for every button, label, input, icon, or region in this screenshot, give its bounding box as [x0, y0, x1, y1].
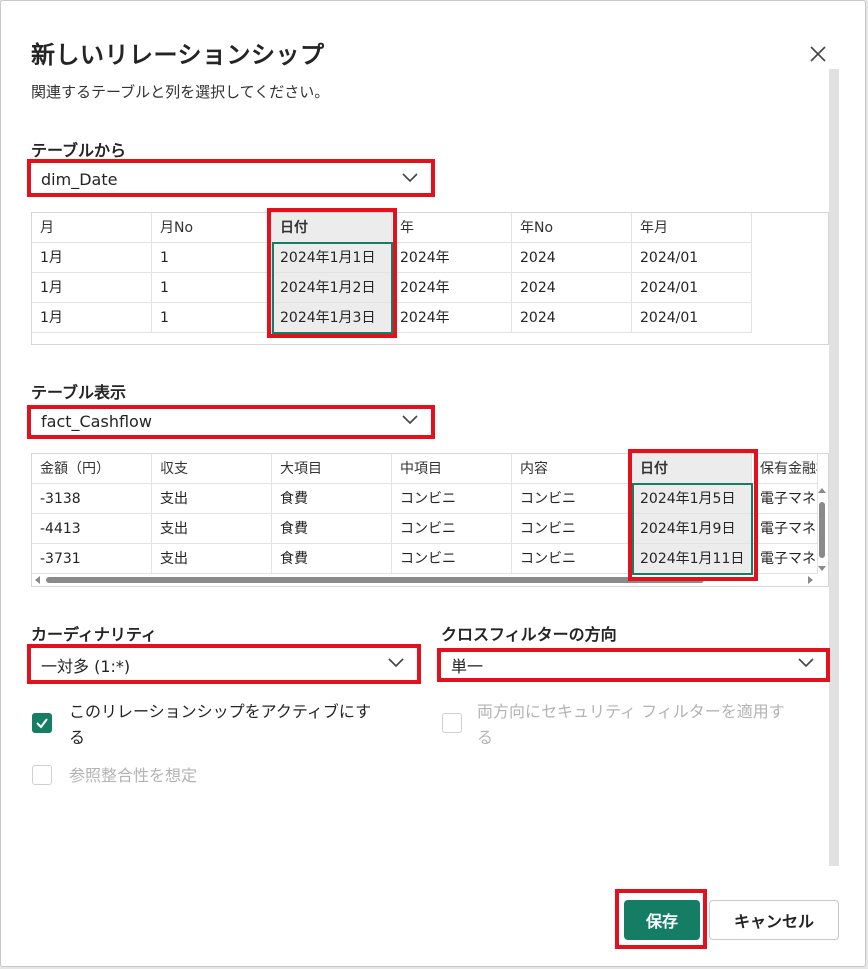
scroll-thumb[interactable]: [46, 577, 704, 583]
table-cell: 2024: [512, 303, 632, 333]
from-table-label: テーブルから: [31, 141, 127, 160]
table-cell: -3731: [32, 544, 152, 574]
table-cell: 2024年: [392, 303, 512, 333]
close-button[interactable]: [805, 41, 831, 67]
cross-filter-dropdown[interactable]: 単一: [441, 648, 827, 682]
dialog-scrollbar[interactable]: [829, 69, 839, 866]
make-active-label-line1: このリレーションシップをアクティブにす: [69, 702, 372, 721]
column-header[interactable]: 月: [32, 213, 152, 243]
cardinality-dropdown[interactable]: 一対多 (1:*): [31, 648, 417, 682]
make-active-label-line2: る: [69, 728, 86, 747]
referential-integrity-checkbox[interactable]: [32, 765, 52, 785]
dialog-title: 新しいリレーションシップ: [31, 41, 325, 69]
cross-filter-selected: 単一: [451, 656, 484, 676]
column-header-selected[interactable]: 日付: [632, 454, 752, 484]
table-cell: 2024/01: [632, 273, 752, 303]
table-cell-selected[interactable]: 2024年1月2日: [272, 273, 392, 303]
table-cell: コンビニ: [512, 484, 632, 514]
table-cell: 電子マネ: [752, 514, 818, 544]
to-table-dropdown[interactable]: fact_Cashflow: [31, 405, 431, 439]
chevron-down-icon: [402, 173, 418, 183]
column-header[interactable]: 年: [392, 213, 512, 243]
table-cell-selected[interactable]: 2024年1月9日: [632, 514, 752, 544]
cancel-button[interactable]: キャンセル: [709, 900, 839, 940]
column-header[interactable]: 年No: [512, 213, 632, 243]
table-cell: 食費: [272, 544, 392, 574]
save-button[interactable]: 保存: [624, 900, 700, 940]
table-cell: 電子マネ: [752, 484, 818, 514]
table-cell: 食費: [272, 484, 392, 514]
table-cell: 支出: [152, 544, 272, 574]
table-cell-selected[interactable]: 2024年1月1日: [272, 243, 392, 273]
column-header-selected[interactable]: 日付: [272, 213, 392, 243]
to-table-label: テーブル表示: [31, 383, 127, 402]
column-header[interactable]: 保有金融機: [752, 454, 818, 484]
close-icon: [810, 46, 826, 62]
table-cell: コンビニ: [512, 514, 632, 544]
table-cell: 支出: [152, 484, 272, 514]
table-cell: 2024年: [392, 273, 512, 303]
cross-filter-label: クロスフィルターの方向: [441, 625, 617, 644]
column-header[interactable]: 収支: [152, 454, 272, 484]
table-cell: -4413: [32, 514, 152, 544]
security-filter-label: 両方向にセキュリティ フィルターを適用す る: [477, 699, 827, 751]
column-header[interactable]: 大項目: [272, 454, 392, 484]
table-cell-selected[interactable]: 2024年1月5日: [632, 484, 752, 514]
to-table-preview: 金額（円） 収支 大項目 中項目 内容 日付 保有金融機 -3138 支出 食費…: [31, 453, 829, 587]
chevron-down-icon: [388, 658, 404, 668]
table-cell: 1月: [32, 273, 152, 303]
table-cell: 1: [152, 273, 272, 303]
column-header[interactable]: 内容: [512, 454, 632, 484]
scroll-up-icon: [818, 488, 826, 493]
column-header[interactable]: 金額（円）: [32, 454, 152, 484]
table-cell: 2024年: [392, 243, 512, 273]
table-cell: 2024: [512, 243, 632, 273]
chevron-down-icon: [798, 658, 814, 668]
table-cell: 1月: [32, 303, 152, 333]
from-table-selected: dim_Date: [41, 170, 118, 189]
scroll-left-icon: [35, 576, 40, 584]
cardinality-label: カーディナリティ: [31, 625, 157, 644]
column-header[interactable]: 中項目: [392, 454, 512, 484]
make-active-checkbox[interactable]: [32, 713, 52, 733]
table-cell-selected[interactable]: 2024年1月3日: [272, 303, 392, 333]
chevron-down-icon: [402, 415, 418, 425]
table-cell: 2024/01: [632, 243, 752, 273]
scroll-down-icon: [818, 566, 826, 571]
table-cell: 2024: [512, 273, 632, 303]
table-cell: 2024/01: [632, 303, 752, 333]
table-cell: 食費: [272, 514, 392, 544]
table-cell: コンビニ: [392, 514, 512, 544]
from-table-dropdown[interactable]: dim_Date: [31, 163, 431, 197]
security-filter-label-line2: る: [477, 728, 494, 747]
make-active-label[interactable]: このリレーションシップをアクティブにす る: [69, 699, 409, 751]
table-horizontal-scrollbar[interactable]: [32, 575, 828, 585]
security-filter-label-line1: 両方向にセキュリティ フィルターを適用す: [477, 702, 785, 721]
table-cell: 1月: [32, 243, 152, 273]
table-cell: 1: [152, 243, 272, 273]
new-relationship-dialog: 新しいリレーションシップ 関連するテーブルと列を選択してください。 テーブルから…: [0, 0, 866, 967]
column-header[interactable]: 年月: [632, 213, 752, 243]
table-vertical-scrollbar[interactable]: [816, 484, 828, 574]
table-cell: 支出: [152, 514, 272, 544]
table-cell: 1: [152, 303, 272, 333]
scroll-thumb[interactable]: [819, 502, 825, 558]
table-cell: コンビニ: [392, 544, 512, 574]
table-cell: コンビニ: [392, 484, 512, 514]
from-table-preview: 月 月No 日付 年 年No 年月 1月 1 2024年1月1日 2024年 2…: [31, 212, 829, 345]
scroll-right-icon: [808, 576, 813, 584]
table-cell: 電子マネ: [752, 544, 818, 574]
table-cell-selected[interactable]: 2024年1月11日: [632, 544, 752, 574]
referential-integrity-label: 参照整合性を想定: [69, 766, 198, 785]
column-header[interactable]: 月No: [152, 213, 272, 243]
cardinality-selected: 一対多 (1:*): [41, 656, 131, 676]
security-filter-checkbox[interactable]: [442, 713, 462, 733]
checkmark-icon: [36, 718, 48, 729]
to-table-selected: fact_Cashflow: [41, 412, 152, 431]
table-cell: コンビニ: [512, 544, 632, 574]
table-cell: -3138: [32, 484, 152, 514]
dialog-subtitle: 関連するテーブルと列を選択してください。: [31, 83, 330, 101]
